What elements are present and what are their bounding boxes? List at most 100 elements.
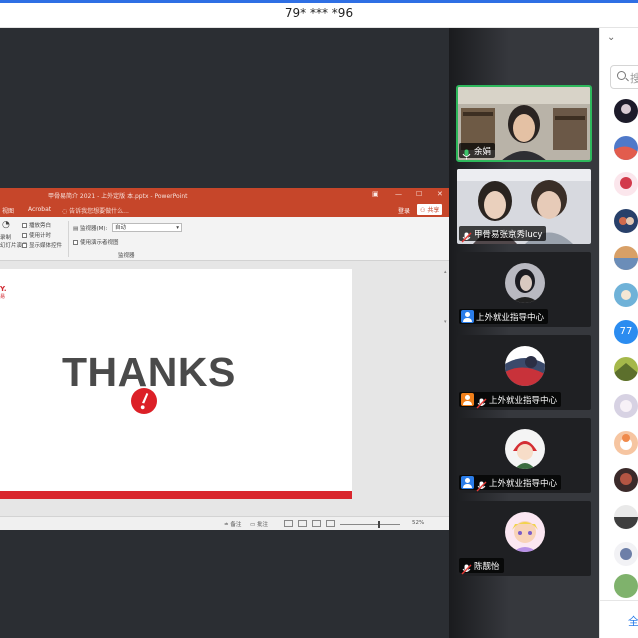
comments-button[interactable]: ▭ 批注 — [250, 520, 268, 528]
participant-avatar — [505, 512, 545, 552]
ppt-status-bar: ≐ 备注 ▭ 批注 52% — [0, 516, 449, 530]
member-avatar[interactable] — [614, 99, 638, 123]
meeting-title-bar: 79* *** *96 — [0, 3, 638, 28]
slide: Y. 易 THANKS — [0, 269, 352, 499]
person-icon: ⚇ — [420, 207, 426, 214]
mic-muted-icon — [461, 228, 472, 243]
mic-muted-icon — [461, 560, 472, 575]
video-tile[interactable]: 甲骨易张京秀lucy — [457, 169, 591, 244]
participant-name: 陈靓怡 — [474, 561, 500, 572]
zoom-level[interactable]: 52% — [412, 520, 424, 526]
close-icon[interactable]: ✕ — [437, 190, 443, 198]
slide-canvas: Y. 易 THANKS ▴ ▾ — [0, 261, 449, 516]
chevron-down-icon: ▾ — [176, 225, 179, 231]
member-avatar[interactable] — [614, 209, 638, 233]
tab-acrobat[interactable]: Acrobat — [28, 206, 51, 213]
ppt-document-title: 甲骨易简介 2021 - 上外定版 本.pptx - PowerPoint — [48, 193, 188, 200]
participant-name: 甲骨易张京秀lucy — [474, 229, 543, 240]
participant-name-tag: 上外就业指导中心 — [459, 475, 562, 492]
tell-me-hint: 告诉我您想要做什么... — [69, 208, 129, 215]
participant-name-tag: 甲骨易张京秀lucy — [459, 226, 547, 243]
minimize-icon[interactable]: — — [395, 190, 402, 198]
record-icon[interactable]: ◔ — [2, 220, 10, 230]
monitor-icon: ▤ — [73, 226, 79, 232]
video-tile[interactable]: 上外就业指导中心 — [457, 252, 591, 327]
member-count-badge[interactable]: 77 — [614, 320, 638, 344]
tell-me-search[interactable]: ◌ 告诉我您想要做什么... — [62, 206, 129, 215]
shared-screen-stage: 甲骨易简介 2021 - 上外定版 本.pptx - PowerPoint ▣ … — [0, 28, 449, 638]
search-icon — [617, 71, 626, 80]
slide-footer-bar — [0, 491, 352, 499]
play-narration-checkbox[interactable]: 播放旁白 — [22, 221, 51, 229]
member-avatar[interactable] — [614, 172, 638, 196]
meeting-title: 79* *** *96 — [284, 6, 354, 20]
ribbon-display-icon[interactable]: ▣ — [372, 190, 379, 198]
member-avatar[interactable] — [614, 394, 638, 418]
zoom-slider-knob[interactable] — [378, 521, 380, 528]
reading-view-icon[interactable] — [312, 520, 321, 527]
slide-sorter-icon[interactable] — [298, 520, 307, 527]
user-badge-icon — [461, 393, 474, 406]
ppt-ribbon-tabs: 视图 Acrobat ◌ 告诉我您想要做什么... 登录 ⚇ 共享 — [0, 203, 449, 217]
monitor-select[interactable]: 自动 ▾ — [112, 223, 182, 232]
monitor-label: ▤ 监视器(M): — [73, 226, 108, 232]
member-panel-footer: 全 — [600, 600, 638, 638]
member-avatar[interactable] — [614, 574, 638, 598]
member-avatar[interactable] — [614, 542, 638, 566]
presenter-view-checkbox[interactable]: 使用演示者视图 — [73, 238, 119, 246]
participant-name-tag: 上外就业指导中心 — [459, 309, 549, 324]
media-controls-checkbox[interactable]: 显示媒体控件 — [22, 241, 62, 249]
member-avatar[interactable] — [614, 431, 638, 455]
tab-view[interactable]: 视图 — [2, 206, 14, 215]
participant-name: 上外就业指导中心 — [476, 312, 545, 323]
slideshow-view-icon[interactable] — [326, 520, 335, 527]
ppt-ribbon: ◔ 录制 幻灯片演示 播放旁白 使用计时 显示媒体控件 ▤ 监视器(M): 自动… — [0, 217, 449, 261]
svg-text:▾: ▾ — [444, 319, 447, 325]
normal-view-icon[interactable] — [284, 520, 293, 527]
lightbulb-icon: ◌ — [62, 208, 68, 215]
member-avatar[interactable] — [614, 283, 638, 307]
collapse-chevron-icon[interactable]: ⌄ — [607, 32, 615, 43]
member-avatar[interactable] — [614, 136, 638, 160]
login-link[interactable]: 登录 — [398, 206, 410, 215]
user-badge-icon — [461, 310, 474, 323]
share-button[interactable]: ⚇ 共享 — [417, 204, 443, 215]
member-search-input[interactable]: 搜 — [610, 65, 638, 89]
use-timings-checkbox[interactable]: 使用计时 — [22, 231, 51, 239]
participant-name: 上外就业指导中心 — [489, 395, 558, 406]
member-avatar[interactable] — [614, 246, 638, 270]
notes-button[interactable]: ≐ 备注 — [224, 520, 241, 528]
mute-all-button[interactable]: 全 — [628, 613, 638, 629]
monitor-group-label: 监视器 — [118, 253, 135, 259]
ribbon-separator — [68, 221, 69, 257]
mic-muted-icon — [476, 477, 487, 492]
ppt-title-bar: 甲骨易简介 2021 - 上外定版 本.pptx - PowerPoint ▣ … — [0, 188, 449, 203]
user-badge-icon — [461, 476, 474, 489]
participant-avatar — [505, 263, 545, 303]
shared-powerpoint-window: 甲骨易简介 2021 - 上外定版 本.pptx - PowerPoint ▣ … — [0, 188, 449, 530]
member-avatar[interactable] — [614, 468, 638, 492]
svg-text:▴: ▴ — [444, 269, 447, 275]
video-tile[interactable]: 上外就业指导中心 — [457, 335, 591, 410]
video-tile[interactable]: 余娟 — [456, 85, 592, 162]
video-tile[interactable]: 上外就业指导中心 — [457, 418, 591, 493]
maximize-icon[interactable]: ☐ — [416, 190, 422, 198]
company-logo-text: Y. — [0, 285, 7, 293]
company-logo-subtext: 易 — [0, 294, 6, 300]
exclamation-icon — [131, 388, 157, 414]
member-avatar[interactable] — [614, 505, 638, 529]
participant-name: 余娟 — [474, 146, 492, 157]
record-label[interactable]: 录制 — [0, 233, 11, 241]
participant-name-tag: 上外就业指导中心 — [459, 392, 562, 409]
participant-name: 上外就业指导中心 — [489, 478, 558, 489]
member-avatar[interactable] — [614, 357, 638, 381]
video-tile[interactable]: 陈靓怡 — [457, 501, 591, 576]
participant-name-tag: 陈靓怡 — [459, 558, 504, 575]
mic-muted-icon — [476, 394, 487, 409]
zoom-slider[interactable] — [340, 524, 400, 525]
share-label: 共享 — [427, 207, 440, 214]
participant-video-column: 余娟 甲骨易张京秀lucy 上外就业指导中心 上外就业指导中心 上外就业指导中心… — [449, 28, 599, 638]
participant-avatar — [505, 346, 545, 386]
mic-green-icon — [461, 145, 472, 160]
member-list-panel: ⌄ 搜 77 全 — [599, 28, 638, 638]
